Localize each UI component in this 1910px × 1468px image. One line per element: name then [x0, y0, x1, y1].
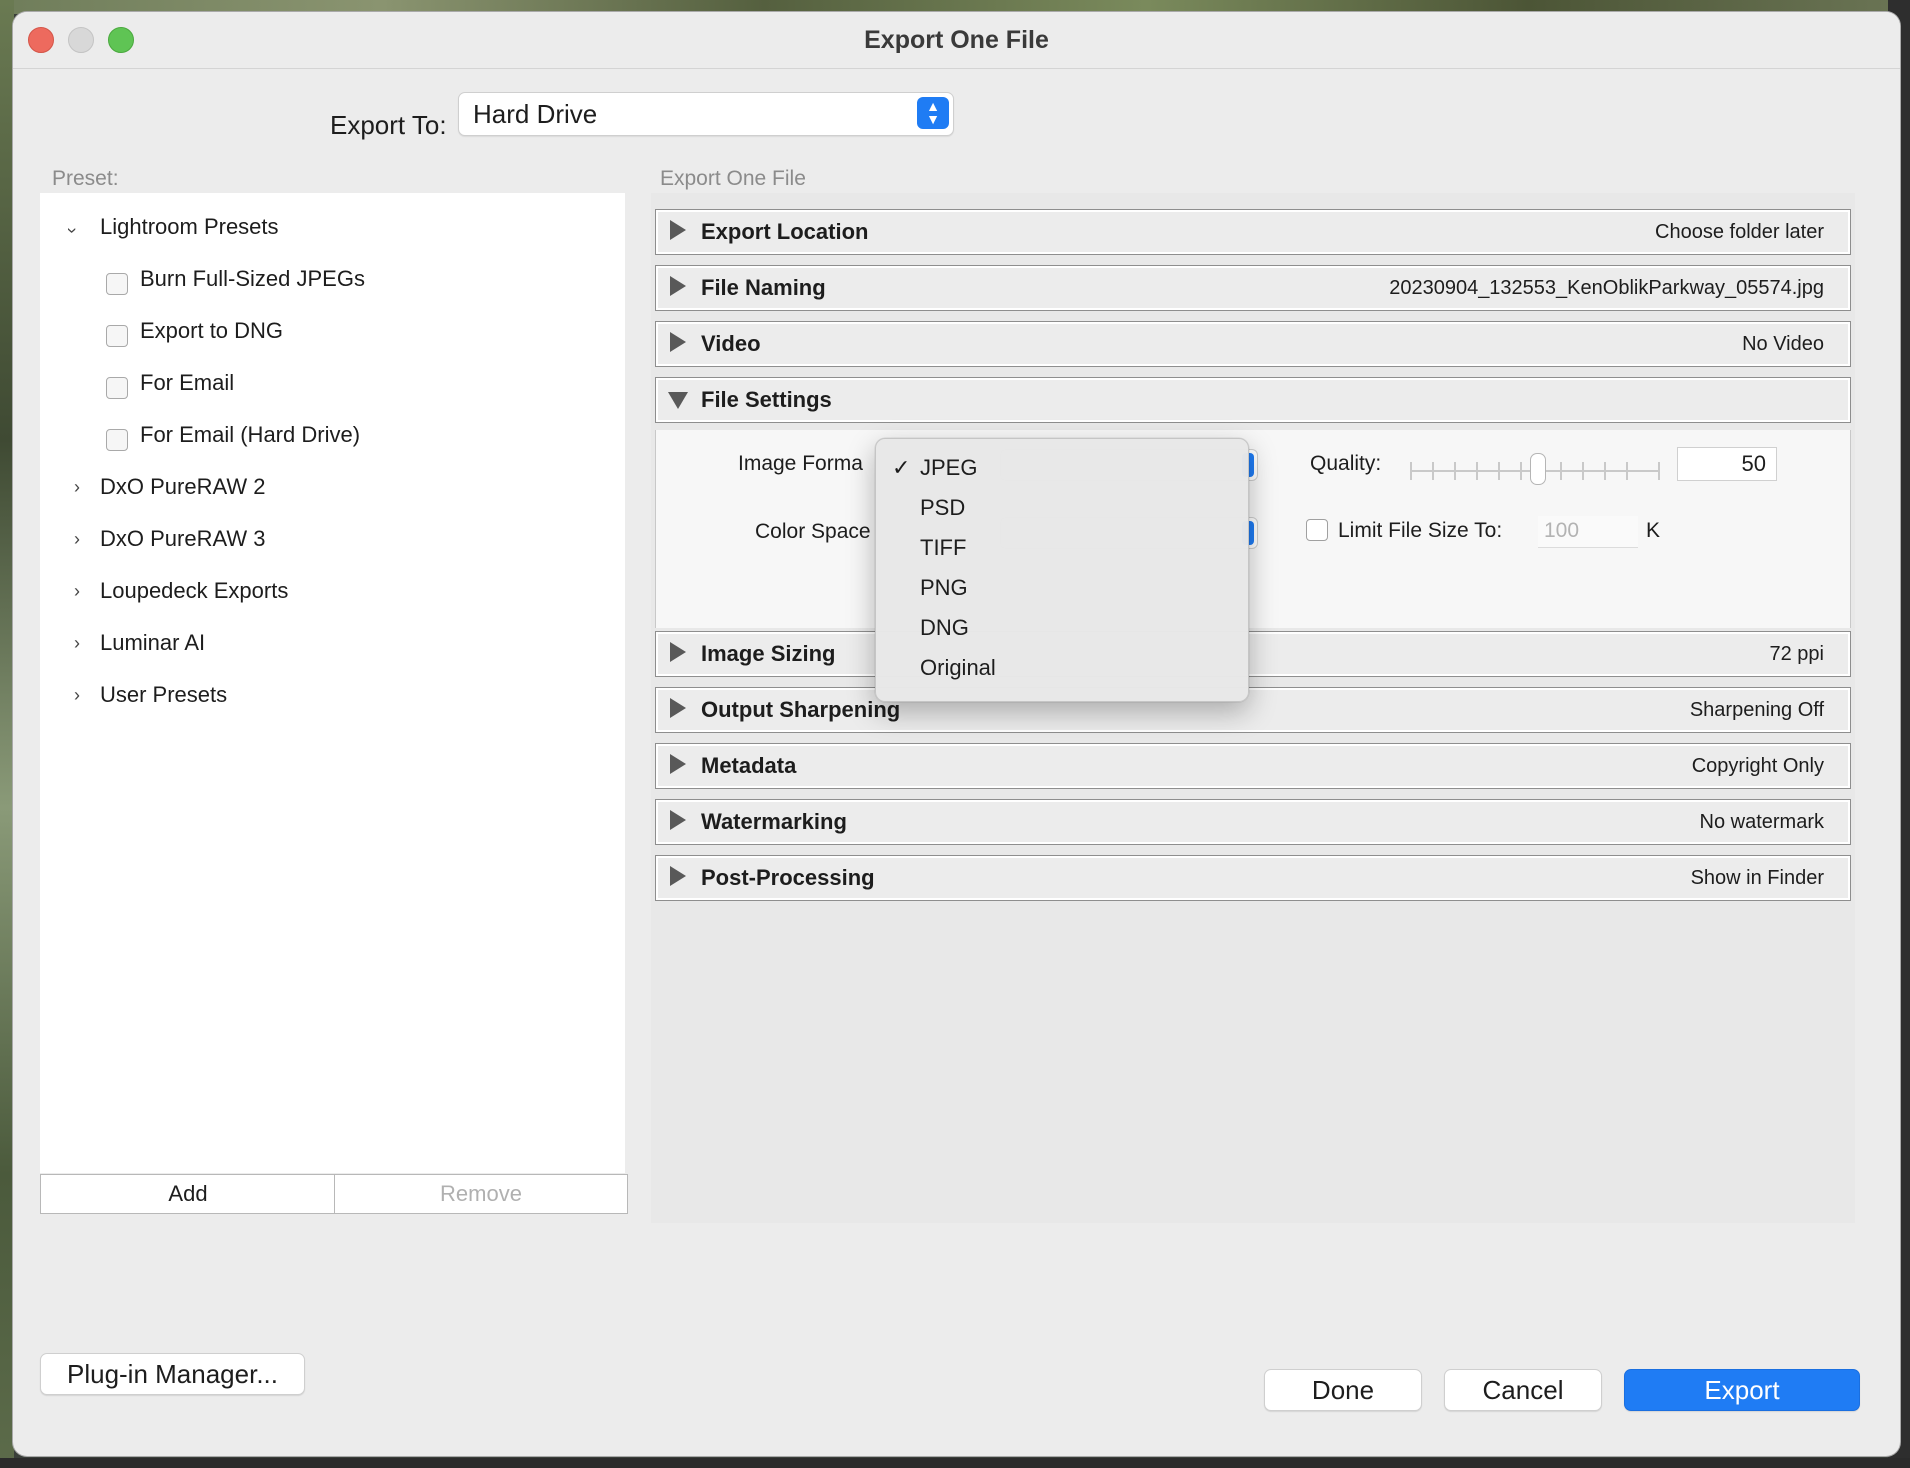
disclosure-triangle-icon — [670, 698, 686, 718]
export-button[interactable]: Export — [1624, 1369, 1860, 1411]
section-summary: Choose folder later — [1655, 221, 1824, 243]
section-name: Export Location — [701, 219, 869, 244]
slider-tick — [1432, 462, 1434, 480]
preset-group-lightroom[interactable]: Lightroom Presets — [100, 214, 279, 240]
section-file-naming[interactable]: File Naming 20230904_132553_KenOblikPark… — [655, 265, 1851, 311]
slider-tick — [1520, 462, 1522, 480]
checkmark-icon: ✓ — [892, 455, 911, 480]
section-watermarking[interactable]: Watermarking No watermark — [655, 799, 1851, 845]
preset-group[interactable]: Loupedeck Exports — [100, 578, 288, 604]
limit-file-size-checkbox[interactable] — [1306, 519, 1328, 541]
disclosure-triangle-expanded-icon — [668, 392, 688, 409]
slider-tick — [1454, 462, 1456, 480]
panel-title: Export One File — [660, 167, 806, 190]
preset-checkbox[interactable] — [106, 325, 128, 347]
plugin-manager-button[interactable]: Plug-in Manager... — [40, 1353, 305, 1395]
image-format-menu: ✓ JPEG PSD TIFF PNG DNG Original — [875, 438, 1249, 702]
remove-preset-button[interactable]: Remove — [334, 1174, 628, 1214]
section-name: File Settings — [701, 387, 832, 412]
preset-checkbox[interactable] — [106, 377, 128, 399]
limit-file-size-input[interactable]: 100 — [1538, 516, 1638, 548]
slider-tick — [1658, 462, 1660, 480]
preset-group[interactable]: Luminar AI — [100, 630, 205, 656]
section-name: Post-Processing — [701, 865, 875, 890]
preset-item[interactable]: Export to DNG — [140, 318, 283, 344]
preset-group[interactable]: DxO PureRAW 2 — [100, 474, 265, 500]
limit-unit-label: K — [1646, 519, 1661, 542]
export-to-label: Export To: — [330, 110, 447, 140]
section-metadata[interactable]: Metadata Copyright Only — [655, 743, 1851, 789]
slider-tick — [1626, 462, 1628, 480]
section-name: Output Sharpening — [701, 697, 901, 722]
export-to-select[interactable]: Hard Drive ▲ ▼ — [458, 92, 954, 136]
select-stepper-icon: ▲ ▼ — [917, 97, 949, 129]
section-summary: 72 ppi — [1769, 643, 1825, 665]
preset-group[interactable]: User Presets — [100, 682, 227, 708]
section-name: Metadata — [701, 753, 797, 778]
disclosure-triangle-icon — [670, 754, 686, 774]
image-format-label: Image Forma — [738, 452, 863, 475]
slider-tick — [1582, 462, 1584, 480]
add-preset-button[interactable]: Add — [40, 1174, 336, 1214]
section-name: Image Sizing — [701, 641, 836, 666]
chevron-right-icon[interactable]: › — [74, 529, 80, 550]
section-export-location[interactable]: Export Location Choose folder later — [655, 209, 1851, 255]
quality-input[interactable]: 50 — [1677, 447, 1777, 481]
chevron-right-icon[interactable]: › — [74, 633, 80, 654]
section-post-processing[interactable]: Post-Processing Show in Finder — [655, 855, 1851, 901]
section-summary: No Video — [1742, 333, 1824, 355]
format-option-dng[interactable]: DNG — [920, 615, 969, 641]
section-summary: Copyright Only — [1691, 755, 1824, 777]
limit-file-size-label: Limit File Size To: — [1338, 519, 1503, 542]
preset-label: Preset: — [52, 167, 119, 190]
section-output-sharpening[interactable]: Output Sharpening Sharpening Off — [655, 687, 1851, 733]
slider-tick — [1410, 462, 1412, 480]
preset-item[interactable]: For Email — [140, 370, 234, 396]
preset-group[interactable]: DxO PureRAW 3 — [100, 526, 265, 552]
format-option-jpeg[interactable]: JPEG — [920, 455, 977, 481]
slider-tick — [1498, 462, 1500, 480]
section-video[interactable]: Video No Video — [655, 321, 1851, 367]
disclosure-triangle-icon — [670, 810, 686, 830]
disclosure-triangle-icon — [670, 220, 686, 240]
section-image-sizing[interactable]: Image Sizing 72 ppi — [655, 631, 1851, 677]
preset-item[interactable]: Burn Full-Sized JPEGs — [140, 266, 365, 292]
done-button[interactable]: Done — [1264, 1369, 1422, 1411]
color-space-label: Color Space — [755, 520, 871, 543]
title-bar: Export One File — [13, 12, 1900, 69]
section-summary: Sharpening Off — [1689, 699, 1824, 721]
format-option-png[interactable]: PNG — [920, 575, 968, 601]
section-summary: Show in Finder — [1690, 867, 1824, 889]
preset-checkbox[interactable] — [106, 429, 128, 451]
format-option-tiff[interactable]: TIFF — [920, 535, 966, 561]
chevron-right-icon[interactable]: › — [74, 581, 80, 602]
section-file-settings[interactable]: File Settings — [655, 377, 1851, 423]
window-title: Export One File — [864, 26, 1049, 54]
chevron-right-icon[interactable]: › — [74, 685, 80, 706]
export-to-value: Hard Drive — [473, 99, 598, 129]
preset-checkbox[interactable] — [106, 273, 128, 295]
slider-tick — [1560, 462, 1562, 480]
preset-item[interactable]: For Email (Hard Drive) — [140, 422, 360, 448]
background-bottom — [0, 1458, 1910, 1468]
cancel-button[interactable]: Cancel — [1444, 1369, 1602, 1411]
section-name: File Naming — [701, 275, 826, 300]
quality-label: Quality: — [1310, 452, 1382, 475]
format-option-psd[interactable]: PSD — [920, 495, 965, 521]
section-name: Watermarking — [701, 809, 847, 834]
chevron-right-icon[interactable]: › — [74, 477, 80, 498]
section-summary: 20230904_132553_KenOblikParkway_05574.jp… — [1389, 277, 1824, 299]
section-summary: No watermark — [1699, 811, 1824, 833]
disclosure-triangle-icon — [670, 276, 686, 296]
section-name: Video — [701, 331, 761, 356]
disclosure-triangle-icon — [670, 332, 686, 352]
disclosure-triangle-icon — [670, 866, 686, 886]
quality-slider-thumb[interactable] — [1530, 453, 1546, 485]
slider-tick — [1604, 462, 1606, 480]
slider-tick — [1476, 462, 1478, 480]
format-option-original[interactable]: Original — [920, 655, 996, 681]
chevron-down-icon[interactable]: › — [62, 228, 83, 234]
background-photo-left — [0, 0, 14, 1468]
disclosure-triangle-icon — [670, 642, 686, 662]
